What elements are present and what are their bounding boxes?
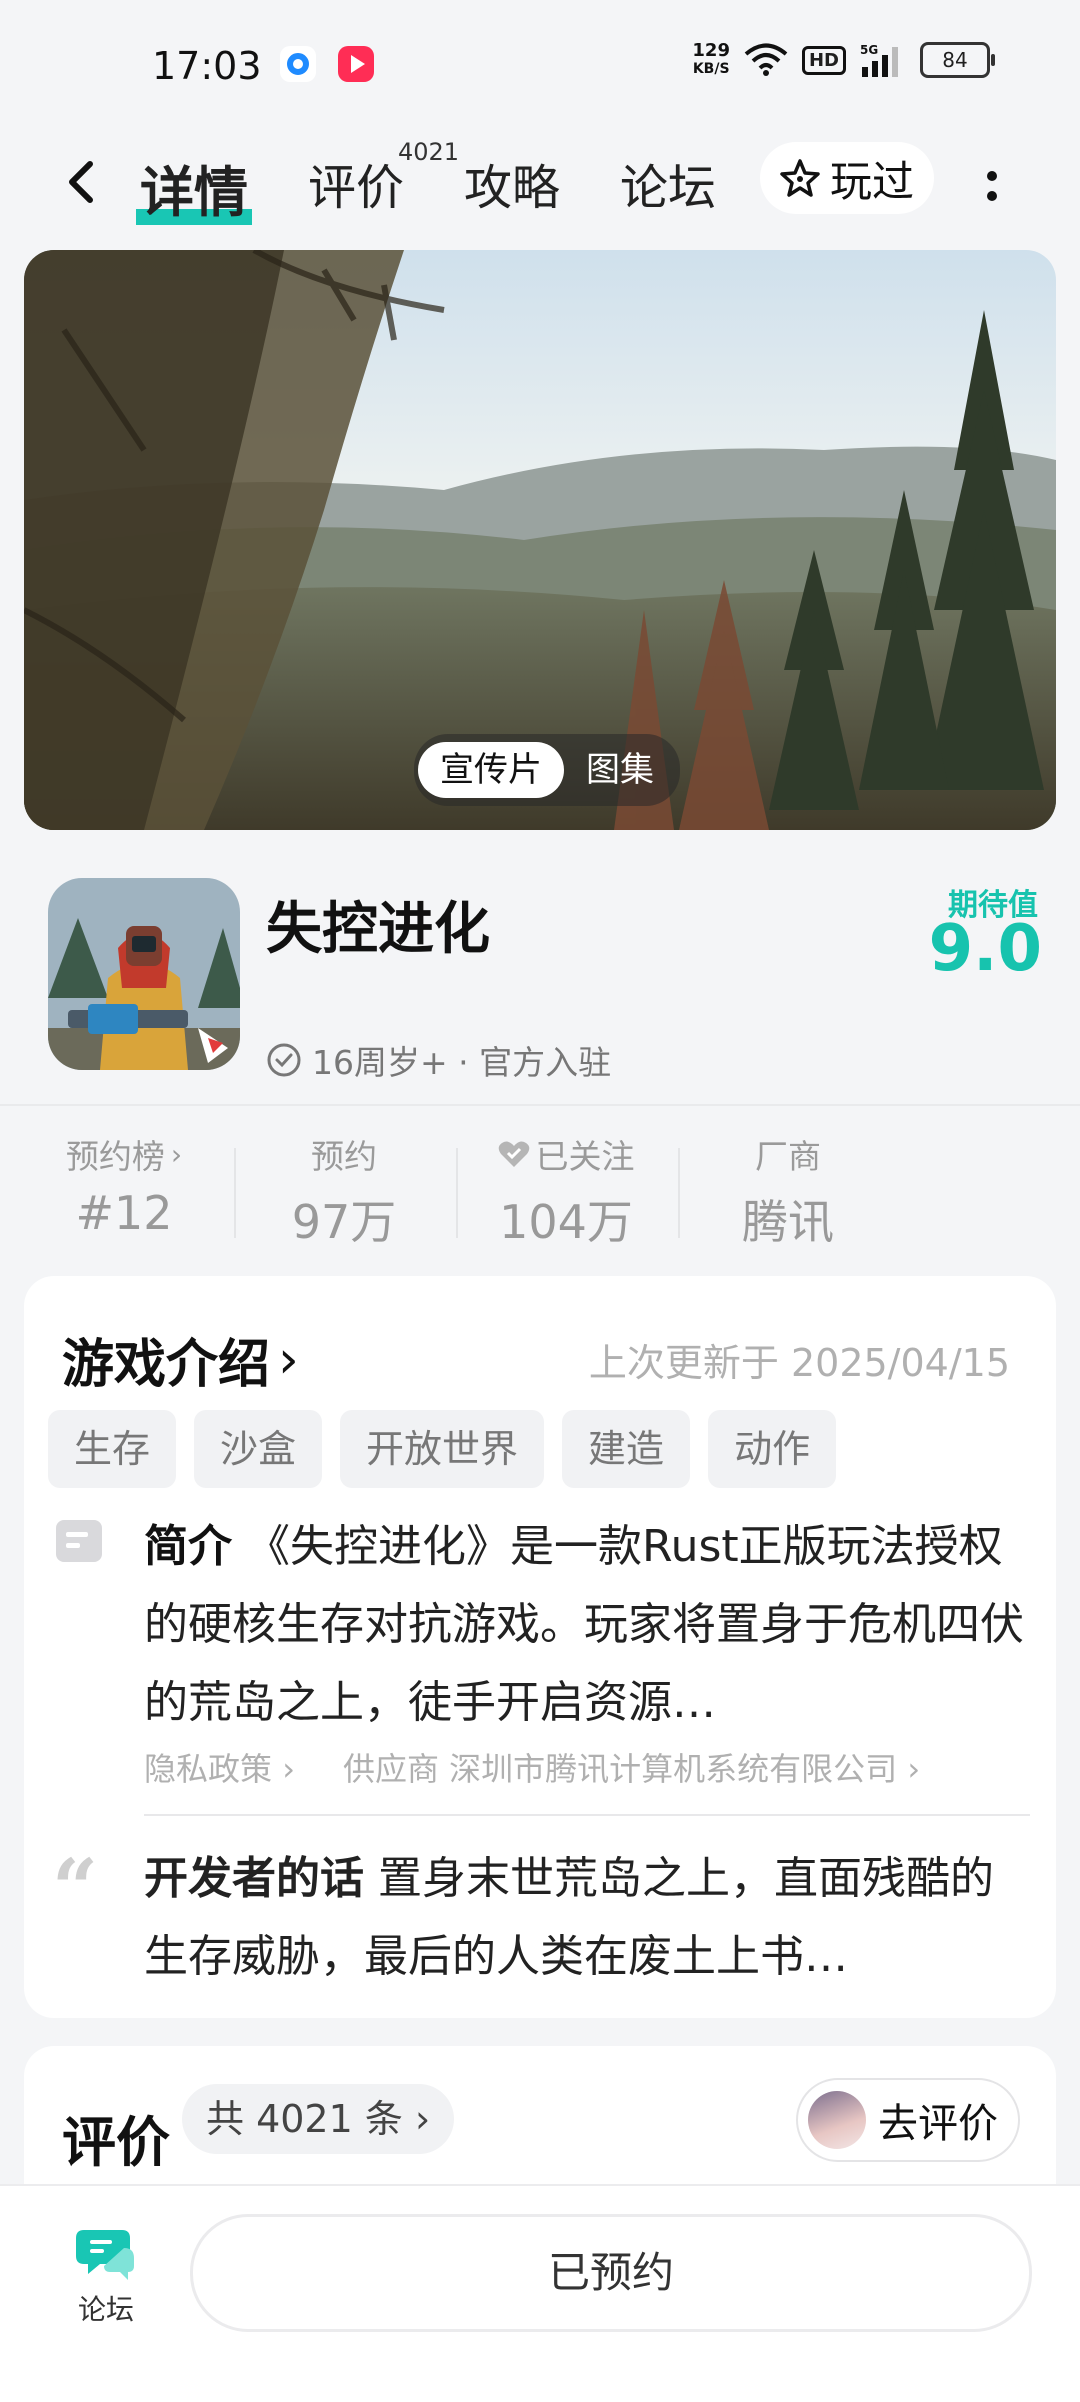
forum-button[interactable]: 论坛	[60, 2226, 152, 2328]
write-review-label: 去评价	[878, 2101, 998, 2147]
forum-label: 论坛	[77, 2293, 134, 2326]
game-icon[interactable]	[48, 878, 240, 1070]
tab-details[interactable]: 详情	[136, 148, 252, 227]
chevron-right-icon: ›	[170, 1137, 183, 1171]
stats-row: 预约榜 › #12 预约 97万 已关注 104万 厂商 腾讯	[0, 1130, 1080, 1249]
review-title: 评价	[62, 2111, 170, 2174]
tab-forum[interactable]: 论坛	[620, 148, 716, 218]
game-meta: 16周岁+ · 官方入驻	[266, 1036, 611, 1084]
stat-reservations-value: 97万	[291, 1195, 397, 1249]
network-type: 5G	[860, 43, 878, 57]
wifi-icon	[744, 43, 788, 76]
tab-reviews[interactable]: 评价	[308, 148, 404, 218]
chevron-right-icon: ›	[414, 2097, 431, 2141]
stat-reservations: 预约 97万	[234, 1130, 454, 1252]
quote-icon: “	[52, 1841, 99, 1935]
network-speed-value: 129	[692, 40, 730, 61]
status-bar: 17:03 129 KB/S HD 5G 84	[0, 0, 1080, 130]
intro-summary[interactable]: 简介 《失控进化》是一款Rust正版玩法授权的硬核生存对抗游戏。玩家将置身于危机…	[144, 1508, 1024, 1742]
document-icon	[56, 1520, 102, 1562]
star-outline-icon	[780, 159, 820, 197]
media-switcher: 宣传片 图集	[414, 734, 680, 806]
stat-rank-value: #12	[75, 1186, 173, 1240]
supplier-text: 供应商 深圳市腾讯计算机系统有限公司	[342, 1750, 898, 1788]
divider	[0, 1104, 1080, 1106]
more-options-icon[interactable]	[982, 156, 1002, 216]
intro-title[interactable]: 游戏介绍 ›	[62, 1322, 299, 1397]
status-time: 17:03	[152, 44, 262, 88]
tag-item[interactable]: 开放世界	[340, 1410, 545, 1488]
summary-text: 《失控进化》是一款Rust正版玩法授权的硬核生存对抗游戏。玩家将置身于危机四伏的…	[144, 1521, 1024, 1728]
info-links: 隐私政策 › 供应商 深圳市腾讯计算机系统有限公司 ›	[144, 1744, 920, 1790]
divider	[144, 1814, 1030, 1816]
summary-label: 简介	[144, 1521, 232, 1572]
app-notification-icon	[280, 46, 316, 82]
played-button[interactable]: 玩过	[760, 142, 934, 214]
stat-followers-value: 104万	[499, 1195, 633, 1249]
chevron-right-icon: ›	[278, 1329, 299, 1390]
privacy-policy-text: 隐私政策	[144, 1750, 273, 1788]
stat-rank-label: 预约榜 ›	[14, 1130, 234, 1178]
intro-title-text: 游戏介绍	[62, 1335, 271, 1395]
heart-check-icon	[498, 1141, 529, 1167]
game-title: 失控进化	[266, 897, 490, 962]
developer-note-label: 开发者的话	[144, 1853, 364, 1904]
game-logo-image	[48, 878, 240, 1070]
tag-item[interactable]: 动作	[708, 1410, 837, 1488]
developer-note[interactable]: 开发者的话 置身末世荒岛之上，直面残酷的生存威胁，最后的人类在废土上书…	[144, 1840, 1024, 1996]
network-speed-unit: KB/S	[692, 61, 730, 77]
supplier-link[interactable]: 供应商 深圳市腾讯计算机系统有限公司 ›	[343, 1744, 920, 1790]
age-rating-label: 16周岁+ · 官方入驻	[312, 1043, 612, 1082]
stat-rank-text: 预约榜	[65, 1137, 165, 1176]
tab-gallery[interactable]: 图集	[564, 742, 676, 798]
stat-publisher-value: 腾讯	[742, 1195, 834, 1249]
review-count-pill[interactable]: 共 4021 条 ›	[182, 2084, 455, 2154]
tag-list: 生存 沙盒 开放世界 建造 动作	[48, 1410, 837, 1488]
stat-followers[interactable]: 已关注 104万	[456, 1130, 676, 1252]
tab-guides[interactable]: 攻略	[464, 148, 560, 218]
expectation-score: 9.0	[928, 912, 1042, 986]
battery-icon: 84	[920, 42, 995, 78]
user-avatar	[808, 2091, 866, 2149]
write-review-button[interactable]: 去评价	[796, 2078, 1020, 2162]
reviews-count-badge: 4021	[398, 138, 460, 166]
game-intro-card: 游戏介绍 › 上次更新于 2025/04/15 生存 沙盒 开放世界 建造 动作…	[24, 1276, 1056, 2018]
last-updated: 上次更新于 2025/04/15	[588, 1341, 1010, 1385]
tag-item[interactable]: 生存	[48, 1410, 177, 1488]
privacy-policy-link[interactable]: 隐私政策 ›	[144, 1744, 295, 1790]
promo-video-banner[interactable]: 宣传片 图集	[24, 250, 1056, 830]
stat-followers-text: 已关注	[535, 1137, 635, 1176]
tag-item[interactable]: 沙盒	[194, 1410, 323, 1488]
played-label: 玩过	[829, 156, 914, 206]
stat-publisher-label: 厂商	[755, 1137, 821, 1176]
stat-publisher[interactable]: 厂商 腾讯	[678, 1130, 898, 1252]
bottom-action-bar: 论坛 已预约	[0, 2184, 1080, 2402]
tab-details-label: 详情	[140, 161, 248, 224]
hd-badge: HD	[801, 45, 846, 75]
video-app-icon	[338, 46, 374, 82]
stat-followers-label: 已关注	[456, 1130, 676, 1178]
tag-item[interactable]: 建造	[562, 1410, 691, 1488]
reserved-button[interactable]: 已预约	[190, 2214, 1032, 2332]
network-speed: 129 KB/S	[692, 42, 730, 78]
back-icon[interactable]	[52, 152, 112, 212]
signal-icon: 5G	[860, 43, 898, 77]
review-count-text: 共 4021 条	[206, 2097, 403, 2141]
stat-reservations-label: 预约	[311, 1137, 377, 1176]
verified-check-icon	[267, 1043, 301, 1077]
notification-icons	[280, 46, 374, 82]
tab-promo-video[interactable]: 宣传片	[418, 742, 564, 798]
forum-chat-icon	[76, 2230, 134, 2280]
top-navigation: 详情 评价 4021 攻略 论坛 玩过	[0, 130, 1080, 250]
status-indicators: 129 KB/S HD 5G 84	[692, 42, 995, 78]
stat-rank[interactable]: 预约榜 › #12	[14, 1130, 234, 1240]
